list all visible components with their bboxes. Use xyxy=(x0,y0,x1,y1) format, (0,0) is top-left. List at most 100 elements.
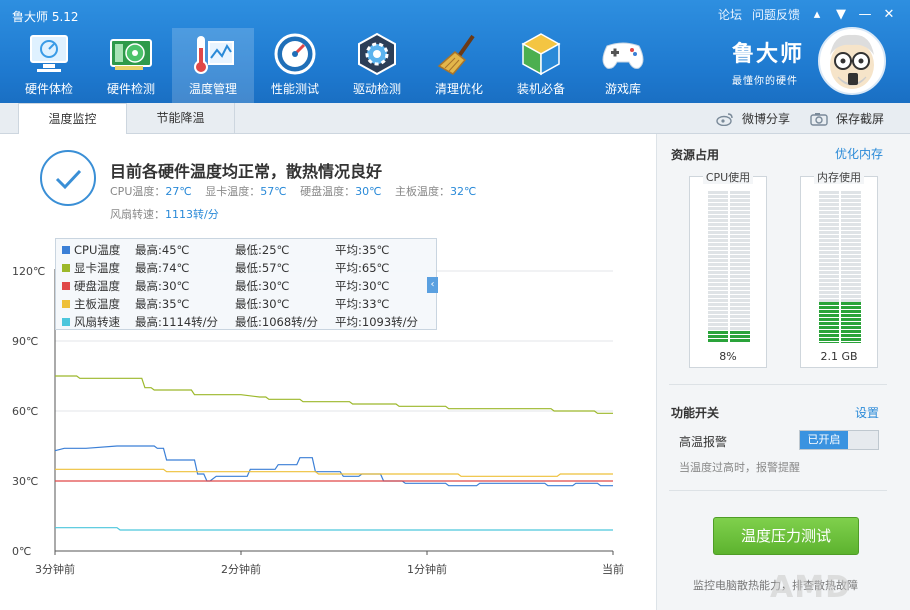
tab-power-saving[interactable]: 节能降温 xyxy=(127,103,235,134)
nav-driver[interactable]: 驱动检测 xyxy=(336,28,418,103)
mascot-avatar[interactable] xyxy=(818,27,886,95)
legend-min: 最低:57℃ xyxy=(235,261,290,275)
check-icon xyxy=(40,150,96,206)
nav-label: 性能测试 xyxy=(270,82,319,96)
watermark-logo: AMD xyxy=(770,570,851,605)
close-icon[interactable]: ✕ xyxy=(882,7,896,22)
mascot-face-icon xyxy=(830,34,874,89)
gamepad-icon xyxy=(602,42,644,69)
legend-name: 风扇转速 xyxy=(74,315,120,329)
top-banner: 鲁大师 5.12 论坛 问题反馈 ▴ ▼ — ✕ 硬件体检 硬件检测 温度管理 … xyxy=(0,0,910,103)
gpu-temp-value: 57℃ xyxy=(260,185,287,198)
graphics-card-icon xyxy=(110,39,152,70)
legend-name: 主板温度 xyxy=(74,297,120,311)
settings-link[interactable]: 设置 xyxy=(855,404,879,421)
optimize-memory-link[interactable]: 优化内存 xyxy=(835,145,883,162)
forum-link[interactable]: 论坛 xyxy=(718,6,742,23)
nav-temperature[interactable]: 温度管理 xyxy=(172,28,254,103)
weibo-icon xyxy=(716,112,733,126)
fan-summary: 风扇转速：1113转/分 xyxy=(110,206,219,222)
board-temp-value: 32℃ xyxy=(449,185,477,198)
x-tick-label: 1分钟前 xyxy=(407,562,447,576)
cpu-usage-meter: CPU使用 8% xyxy=(689,171,767,368)
menu-icon[interactable]: ▼ xyxy=(834,7,848,22)
divider xyxy=(669,384,887,385)
legend-collapse-button[interactable]: ‹ xyxy=(427,277,438,293)
series-line xyxy=(55,527,613,531)
title-bar-controls: 论坛 问题反馈 ▴ ▼ — ✕ xyxy=(718,6,896,23)
camera-icon xyxy=(810,112,828,126)
disk-temp-label: 硬盘温度： xyxy=(300,185,356,198)
nav-essentials[interactable]: 装机必备 xyxy=(500,28,582,103)
nav-label: 硬件体检 xyxy=(24,82,73,96)
save-screenshot-button[interactable]: 保存截屏 xyxy=(810,110,884,127)
minimize-icon[interactable]: — xyxy=(858,7,872,22)
skin-icon[interactable]: ▴ xyxy=(810,7,824,22)
cube-icon xyxy=(521,33,561,76)
y-tick-label: 30℃ xyxy=(12,475,38,488)
high-temp-alarm-toggle[interactable]: 已开启 xyxy=(799,430,879,450)
monitor-icon xyxy=(30,35,68,72)
y-tick-label: 120℃ xyxy=(12,265,45,278)
memory-usage-meter: 内存使用 2.1 GB xyxy=(800,171,878,368)
nav-label: 清理优化 xyxy=(434,82,483,96)
x-tick-label: 2分钟前 xyxy=(221,562,261,576)
tab-temperature-monitor[interactable]: 温度监控 xyxy=(18,103,127,135)
temperature-panel: 目前各硬件温度均正常，散热情况良好 CPU温度：27℃ 显卡温度：57℃ 硬盘温… xyxy=(0,134,656,610)
save-screenshot-label: 保存截屏 xyxy=(836,112,885,126)
x-tick-label: 3分钟前 xyxy=(35,562,75,576)
side-panel: 资源占用 优化内存 CPU使用 8% 内存使用 2.1 GB 功能开关 设置 高… xyxy=(656,134,910,610)
legend-min: 最低:30℃ xyxy=(235,279,290,293)
legend-swatch xyxy=(62,282,70,290)
memory-usage-value: 2.1 GB xyxy=(820,350,858,363)
nav-label: 驱动检测 xyxy=(352,82,401,96)
main-nav: 硬件体检 硬件检测 温度管理 性能测试 驱动检测 清理优化 装机必备 游戏库 xyxy=(8,28,664,103)
brand-slogan: 最懂你的硬件 xyxy=(732,76,798,87)
legend-swatch xyxy=(62,246,70,254)
nav-hardware-checkup[interactable]: 硬件体检 xyxy=(8,28,90,103)
toggle-state: 已开启 xyxy=(800,431,848,449)
nav-label: 装机必备 xyxy=(516,82,565,96)
nav-hardware-detect[interactable]: 硬件检测 xyxy=(90,28,172,103)
legend-min: 最低:25℃ xyxy=(235,243,290,257)
divider xyxy=(669,490,887,491)
legend-avg: 平均:33℃ xyxy=(335,297,390,311)
temperature-stress-test-button[interactable]: 温度压力测试 xyxy=(713,517,859,555)
cpu-temp-label: CPU温度： xyxy=(110,185,166,198)
brand-name: 鲁大师 xyxy=(732,42,805,67)
fan-speed-label: 风扇转速： xyxy=(110,208,165,221)
nav-games[interactable]: 游戏库 xyxy=(582,28,664,103)
cpu-meter-fill xyxy=(730,330,750,343)
y-tick-label: 0℃ xyxy=(12,545,31,558)
nav-cleanup[interactable]: 清理优化 xyxy=(418,28,500,103)
weibo-share-button[interactable]: 微博分享 xyxy=(716,110,790,127)
nav-label: 硬件检测 xyxy=(106,82,155,96)
feedback-link[interactable]: 问题反馈 xyxy=(752,6,800,23)
high-temp-alarm-label: 高温报警 xyxy=(679,435,728,449)
disk-temp-value: 30℃ xyxy=(355,185,382,198)
series-line xyxy=(55,375,613,414)
function-switch-title: 功能开关 xyxy=(671,406,720,420)
toggle-knob xyxy=(848,431,878,449)
chart-legend: CPU温度 最高:45℃ 最低:25℃ 平均:35℃ 显卡温度 最高:74℃ 最… xyxy=(55,238,438,330)
cpu-usage-value: 8% xyxy=(719,350,737,363)
thermometer-icon xyxy=(194,36,234,74)
y-tick-label: 90℃ xyxy=(12,335,38,348)
legend-name: 显卡温度 xyxy=(74,261,120,275)
resource-title: 资源占用 xyxy=(671,148,720,162)
nav-performance[interactable]: 性能测试 xyxy=(254,28,336,103)
legend-min: 最低:30℃ xyxy=(235,297,290,311)
fan-speed-value: 1113转/分 xyxy=(165,208,219,221)
window-title: 鲁大师 5.12 xyxy=(12,10,79,24)
legend-max: 最高:45℃ xyxy=(135,243,190,257)
sub-tab-bar: 温度监控 节能降温 微博分享 保存截屏 xyxy=(0,103,910,135)
y-axis-ticks: 120℃ 90℃ 60℃ 30℃ 0℃ xyxy=(12,265,45,558)
legend-swatch xyxy=(62,318,70,326)
legend-avg: 平均:65℃ xyxy=(335,261,390,275)
cpu-usage-caption: CPU使用 xyxy=(702,171,754,184)
memory-meter-fill xyxy=(819,301,839,343)
series-line xyxy=(55,468,613,477)
legend-avg: 平均:1093转/分 xyxy=(335,315,419,329)
legend-name: CPU温度 xyxy=(74,243,121,257)
legend-name: 硬盘温度 xyxy=(74,279,120,293)
